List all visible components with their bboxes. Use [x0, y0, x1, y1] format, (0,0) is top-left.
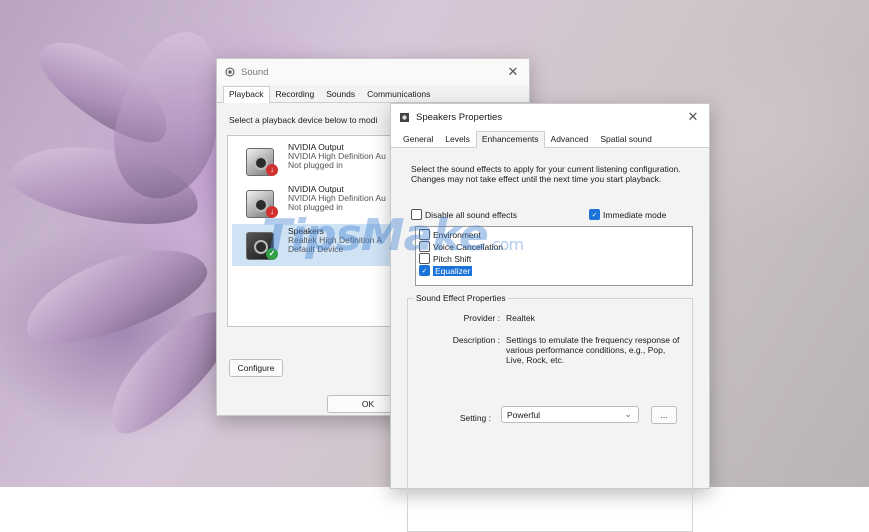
checkmark-icon: ✓ [589, 209, 600, 220]
props-tabs: General Levels Enhancements Advanced Spa… [391, 130, 709, 148]
immediate-mode-checkbox[interactable]: ✓ Immediate mode [589, 209, 666, 220]
description-label: Description : [452, 335, 500, 345]
more-options-button[interactable]: ... [651, 406, 677, 424]
immediate-mode-label: Immediate mode [603, 209, 667, 220]
enhancements-description: Select the sound effects to apply for yo… [411, 164, 681, 184]
sound-tabs: Playback Recording Sounds Communications [217, 85, 529, 103]
tab-levels[interactable]: Levels [439, 131, 476, 147]
unplugged-badge-icon: ↓ [266, 164, 278, 176]
effect-label: Equalizer [433, 265, 473, 276]
setting-select[interactable]: Powerful ⌄ [501, 406, 639, 423]
speakers-properties-window: Speakers Properties ✕ General Levels Enh… [390, 103, 710, 532]
provider-label: Provider : [463, 313, 500, 323]
playback-instruction: Select a playback device below to modi [229, 115, 378, 125]
setting-value: Powerful [507, 409, 541, 420]
configure-button[interactable]: Configure [229, 359, 283, 377]
speaker-icon [225, 67, 235, 77]
tab-playback[interactable]: Playback [223, 86, 270, 103]
sound-title: Sound [241, 66, 269, 78]
tab-recording[interactable]: Recording [270, 86, 321, 102]
close-icon[interactable]: ✕ [685, 109, 701, 125]
setting-label: Setting : [459, 413, 491, 423]
watermark-suffix: .com [487, 235, 524, 254]
group-title: Sound Effect Properties [414, 293, 508, 303]
tab-communications[interactable]: Communications [361, 86, 436, 102]
sound-titlebar[interactable]: Sound ✕ [217, 59, 529, 85]
checkmark-icon: ✓ [419, 265, 430, 276]
tab-advanced[interactable]: Advanced [545, 131, 595, 147]
description-value: Settings to emulate the frequency respon… [506, 335, 680, 365]
props-titlebar[interactable]: Speakers Properties ✕ [391, 104, 709, 130]
watermark-logo: TipsMake.com [262, 210, 524, 261]
tab-general[interactable]: General [397, 131, 439, 147]
tab-enhancements[interactable]: Enhancements [475, 131, 545, 148]
tab-spatial-sound[interactable]: Spatial sound [594, 131, 658, 147]
watermark-text: TipsMake [262, 210, 489, 261]
tab-sounds[interactable]: Sounds [320, 86, 361, 102]
close-icon[interactable]: ✕ [505, 64, 521, 80]
enhancements-panel: Select the sound effects to apply for yo… [391, 148, 709, 532]
effect-equalizer[interactable]: ✓ Equalizer [419, 265, 473, 276]
props-title: Speakers Properties [416, 111, 503, 123]
provider-value: Realtek [506, 313, 535, 323]
speaker-icon [400, 112, 409, 122]
chevron-down-icon: ⌄ [624, 409, 632, 419]
device-status: Not plugged in [288, 160, 343, 170]
